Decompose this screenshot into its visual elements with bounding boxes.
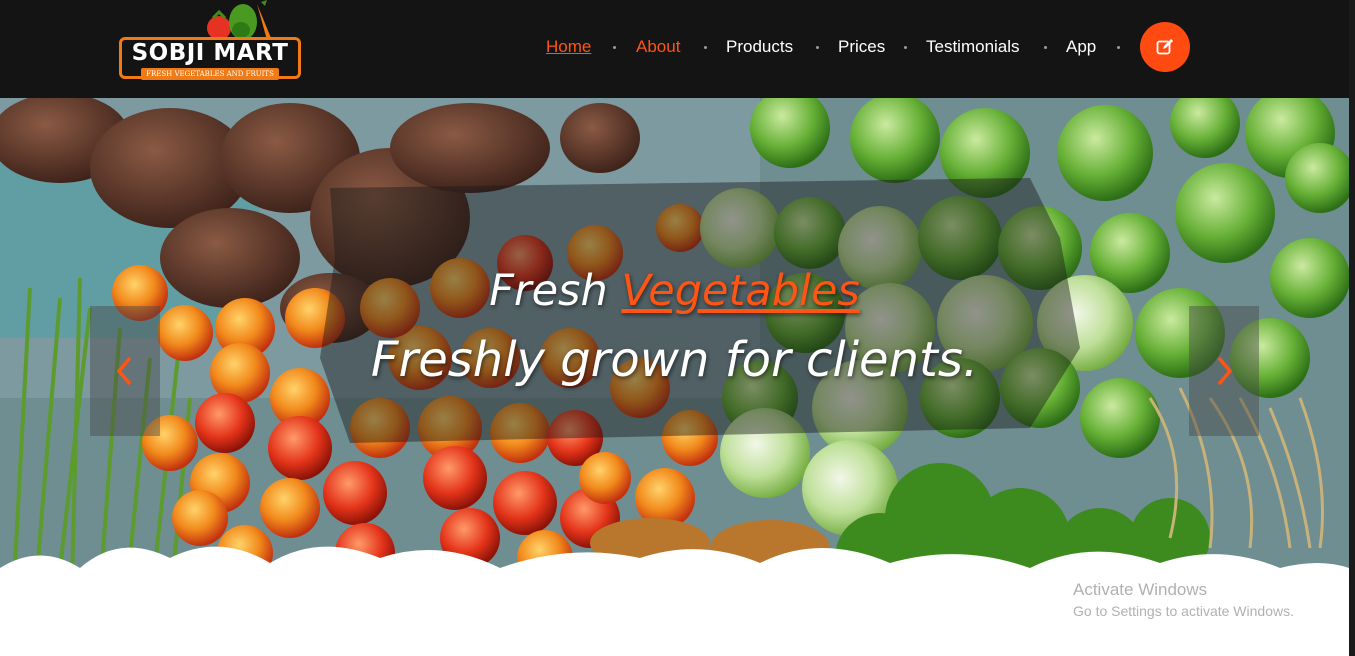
nav-separator xyxy=(613,46,616,49)
nav-separator xyxy=(704,46,707,49)
nav-separator xyxy=(904,46,907,49)
hero-headline-prefix: Fresh xyxy=(489,266,608,316)
activate-windows-subtitle: Go to Settings to activate Windows. xyxy=(1073,603,1294,619)
edit-button[interactable] xyxy=(1140,22,1190,72)
chevron-left-icon xyxy=(116,356,132,386)
nav-prices[interactable]: Prices xyxy=(838,36,885,58)
slider-prev-button[interactable] xyxy=(90,306,160,436)
hero-subheadline: Freshly grown for clients. xyxy=(370,332,979,388)
nav-products[interactable]: Products xyxy=(726,36,793,58)
hero-headline: Fresh Vegetables xyxy=(0,266,1349,316)
slider-next-button[interactable] xyxy=(1189,306,1259,436)
hero-headline-accent: Vegetables xyxy=(621,266,860,316)
nav-home[interactable]: Home xyxy=(546,36,591,58)
nav-about[interactable]: About xyxy=(636,36,680,58)
activate-windows-title: Activate Windows xyxy=(1073,580,1208,599)
navbar: SOBJI MART FRESH VEGETABLES AND FRUITS H… xyxy=(0,0,1349,98)
nav-app[interactable]: App xyxy=(1066,36,1096,58)
nav-separator xyxy=(1044,46,1047,49)
logo-title: SOBJI MART xyxy=(131,40,289,66)
nav-testimonials[interactable]: Testimonials xyxy=(926,36,1020,58)
edit-icon xyxy=(1156,39,1173,55)
scrollbar[interactable] xyxy=(1349,0,1355,656)
nav-separator xyxy=(1117,46,1120,49)
hero-slider: Fresh Vegetables Freshly grown for clien… xyxy=(0,98,1349,656)
logo[interactable]: SOBJI MART FRESH VEGETABLES AND FRUITS xyxy=(119,0,301,80)
logo-tagline: FRESH VEGETABLES AND FRUITS xyxy=(141,68,279,80)
nav-separator xyxy=(816,46,819,49)
chevron-right-icon xyxy=(1217,356,1233,386)
